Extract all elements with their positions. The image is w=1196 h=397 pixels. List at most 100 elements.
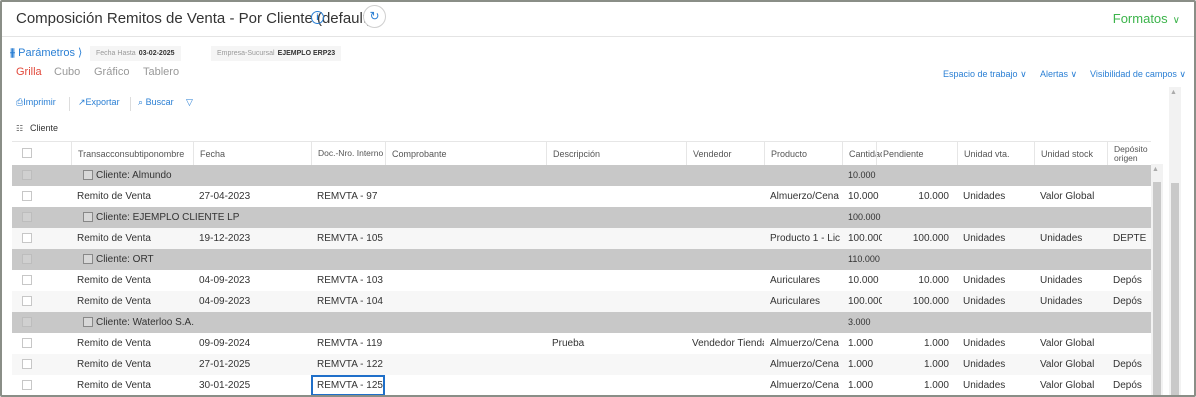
cell-transacconsubtiponombre[interactable]: Remito de Venta bbox=[71, 354, 193, 375]
row-checkbox[interactable] bbox=[22, 296, 32, 306]
column-header-producto[interactable]: Producto bbox=[764, 142, 842, 165]
cell-unidad-stock[interactable]: Unidades bbox=[1034, 270, 1107, 291]
table-row[interactable]: Remito de Venta 27-01-2025 REMVTA - 122 Alm… bbox=[12, 354, 1151, 375]
group-row[interactable]: Cliente: EJEMPLO CLIENTE LP 100.000 bbox=[12, 207, 1151, 228]
cell-unidad-stock[interactable]: Valor Global bbox=[1034, 333, 1107, 354]
formatos-dropdown[interactable]: Formatos ∨ bbox=[1113, 11, 1180, 26]
group-row[interactable]: Cliente: Almundo 10.000 bbox=[12, 165, 1151, 186]
cell-comprobante[interactable] bbox=[385, 186, 546, 207]
cell-transacconsubtiponombre[interactable]: Remito de Venta bbox=[71, 375, 193, 395]
cell-fecha[interactable]: 27-01-2025 bbox=[193, 354, 311, 375]
cell-deposito-origen[interactable]: Depós bbox=[1107, 375, 1151, 395]
cell-producto[interactable]: Auriculares bbox=[764, 291, 842, 312]
cell-comprobante[interactable] bbox=[385, 228, 546, 249]
column-header-unidad-stock[interactable]: Unidad stock bbox=[1034, 142, 1107, 165]
row-checkbox[interactable] bbox=[22, 254, 32, 264]
cell-vendedor[interactable] bbox=[686, 375, 764, 395]
tab-grafico[interactable]: Gráfico bbox=[94, 66, 129, 78]
cell-deposito-origen[interactable]: Depós bbox=[1107, 354, 1151, 375]
cell-pendiente[interactable]: 10.000 bbox=[876, 270, 957, 291]
cell-unidad-stock[interactable]: Valor Global bbox=[1034, 375, 1107, 395]
cell-vendedor[interactable] bbox=[686, 228, 764, 249]
cell-descripcion[interactable] bbox=[546, 291, 686, 312]
group-row[interactable]: Cliente: Waterloo S.A. 3.000 bbox=[12, 312, 1151, 333]
cell-unidad-stock[interactable]: Unidades bbox=[1034, 228, 1107, 249]
info-icon[interactable]: i bbox=[311, 11, 324, 24]
cell-comprobante[interactable] bbox=[385, 291, 546, 312]
cell-descripcion[interactable] bbox=[546, 228, 686, 249]
refresh-button[interactable]: ↻ bbox=[363, 5, 386, 28]
cell-doc-nro-interno[interactable]: REMVTA - 104 bbox=[311, 291, 385, 312]
cell-producto[interactable]: Almuerzo/Cena bbox=[764, 375, 842, 395]
row-checkbox[interactable] bbox=[22, 212, 32, 222]
row-checkbox[interactable] bbox=[22, 275, 32, 285]
cell-pendiente[interactable]: 100.000 bbox=[876, 291, 957, 312]
group-checkbox[interactable] bbox=[83, 254, 93, 264]
espacio-trabajo-dropdown[interactable]: Espacio de trabajo ∨ bbox=[943, 69, 1027, 80]
cell-vendedor[interactable] bbox=[686, 354, 764, 375]
param-empresa-sucursal[interactable]: Empresa-Sucursal EJEMPLO ERP23 bbox=[211, 46, 342, 61]
scroll-up-icon[interactable]: ▲ bbox=[1170, 89, 1177, 96]
table-row[interactable]: Remito de Venta 04-09-2023 REMVTA - 104 Aur… bbox=[12, 291, 1151, 312]
cell-producto[interactable]: Almuerzo/Cena bbox=[764, 354, 842, 375]
cell-fecha[interactable]: 04-09-2023 bbox=[193, 270, 311, 291]
column-header-doc-nro-interno[interactable]: Doc.-Nro. Interno bbox=[311, 142, 385, 165]
cell-unidad-vta[interactable]: Unidades bbox=[957, 375, 1034, 395]
cell-unidad-vta[interactable]: Unidades bbox=[957, 186, 1034, 207]
table-row[interactable]: Remito de Venta 19-12-2023 REMVTA - 105 Pro… bbox=[12, 228, 1151, 249]
cell-descripcion[interactable]: Prueba bbox=[546, 333, 686, 354]
param-fecha-hasta[interactable]: Fecha Hasta 03-02-2025 bbox=[90, 46, 181, 61]
cell-transacconsubtiponombre[interactable]: Remito de Venta bbox=[71, 333, 193, 354]
page-scrollbar[interactable]: ▲ bbox=[1169, 87, 1181, 395]
select-all-checkbox[interactable] bbox=[22, 148, 32, 158]
column-header-transacconsubtiponombre[interactable]: Transacconsubtiponombre bbox=[71, 142, 193, 165]
row-checkbox[interactable] bbox=[22, 317, 32, 327]
cell-pendiente[interactable]: 1.000 bbox=[876, 375, 957, 395]
column-header-deposito-origen[interactable]: Depósito origen bbox=[1107, 142, 1151, 165]
cell-producto[interactable]: Producto 1 - Lic bbox=[764, 228, 842, 249]
cell-fecha[interactable]: 30-01-2025 bbox=[193, 375, 311, 395]
row-checkbox[interactable] bbox=[22, 338, 32, 348]
table-row[interactable]: Remito de Venta 30-01-2025 REMVTA - 125 Alm… bbox=[12, 375, 1151, 395]
cell-comprobante[interactable] bbox=[385, 333, 546, 354]
cell-unidad-vta[interactable]: Unidades bbox=[957, 333, 1034, 354]
grid-scrollbar[interactable]: ▲ bbox=[1151, 164, 1163, 395]
row-checkbox[interactable] bbox=[22, 170, 32, 180]
cell-descripcion[interactable] bbox=[546, 354, 686, 375]
column-header-fecha[interactable]: Fecha bbox=[193, 142, 311, 165]
cell-vendedor[interactable]: Vendedor Tienda bbox=[686, 333, 764, 354]
cell-unidad-stock[interactable]: Valor Global bbox=[1034, 354, 1107, 375]
cell-vendedor[interactable] bbox=[686, 291, 764, 312]
column-header-unidad-vta[interactable]: Unidad vta. bbox=[957, 142, 1034, 165]
cell-descripcion[interactable] bbox=[546, 270, 686, 291]
cell-producto[interactable]: Almuerzo/Cena bbox=[764, 186, 842, 207]
row-checkbox[interactable] bbox=[22, 380, 32, 390]
table-row[interactable]: Remito de Venta 09-09-2024 REMVTA - 119 Pru… bbox=[12, 333, 1151, 354]
scrollbar-thumb[interactable] bbox=[1171, 183, 1179, 395]
cell-vendedor[interactable] bbox=[686, 270, 764, 291]
tab-grilla[interactable]: Grilla bbox=[16, 66, 42, 78]
cell-fecha[interactable]: 27-04-2023 bbox=[193, 186, 311, 207]
cell-deposito-origen[interactable]: Depós bbox=[1107, 291, 1151, 312]
print-button[interactable]: ⎙Imprimir bbox=[16, 97, 56, 108]
scroll-up-icon[interactable]: ▲ bbox=[1152, 166, 1159, 173]
cell-doc-nro-interno[interactable]: REMVTA - 105 bbox=[311, 228, 385, 249]
cell-doc-nro-interno[interactable]: REMVTA - 125 bbox=[311, 375, 385, 395]
cell-deposito-origen[interactable]: Depós bbox=[1107, 270, 1151, 291]
cell-doc-nro-interno[interactable]: REMVTA - 97 bbox=[311, 186, 385, 207]
group-checkbox[interactable] bbox=[83, 170, 93, 180]
cell-doc-nro-interno[interactable]: REMVTA - 122 bbox=[311, 354, 385, 375]
cell-transacconsubtiponombre[interactable]: Remito de Venta bbox=[71, 270, 193, 291]
cell-fecha[interactable]: 04-09-2023 bbox=[193, 291, 311, 312]
scrollbar-thumb[interactable] bbox=[1153, 182, 1161, 395]
cell-vendedor[interactable] bbox=[686, 186, 764, 207]
cell-deposito-origen[interactable] bbox=[1107, 333, 1151, 354]
cell-pendiente[interactable]: 10.000 bbox=[876, 186, 957, 207]
visibilidad-campos-dropdown[interactable]: Visibilidad de campos ∨ bbox=[1090, 69, 1186, 80]
cell-descripcion[interactable] bbox=[546, 186, 686, 207]
cell-unidad-vta[interactable]: Unidades bbox=[957, 354, 1034, 375]
table-row[interactable]: Remito de Venta 04-09-2023 REMVTA - 103 Aur… bbox=[12, 270, 1151, 291]
cell-producto[interactable]: Auriculares bbox=[764, 270, 842, 291]
cell-comprobante[interactable] bbox=[385, 375, 546, 395]
cell-pendiente[interactable]: 1.000 bbox=[876, 354, 957, 375]
